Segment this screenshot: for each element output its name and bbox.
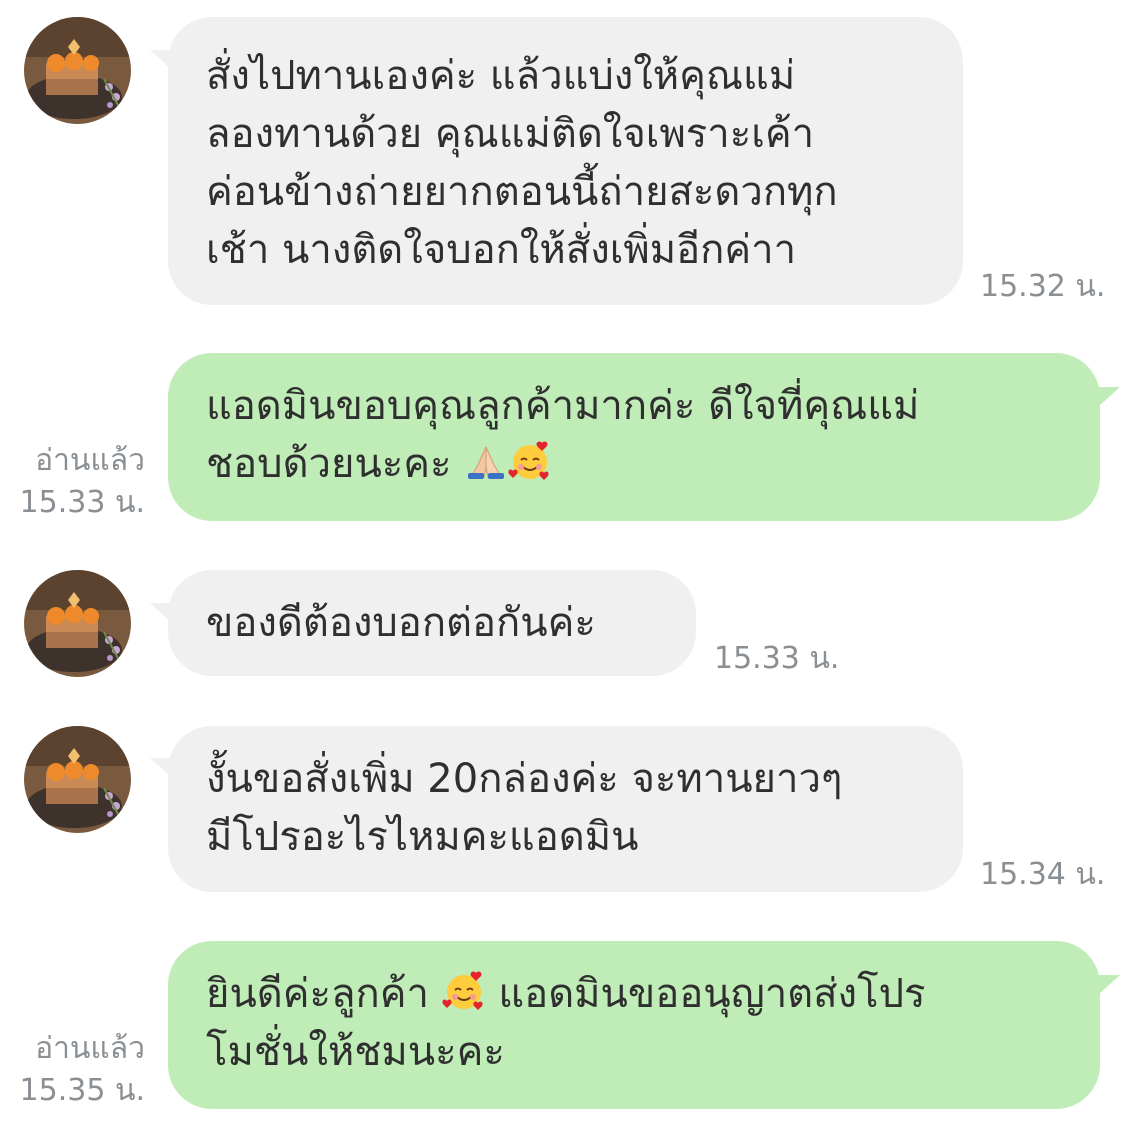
message-time: 15.32 น. — [980, 269, 1106, 304]
smiling-face-with-hearts-icon — [442, 971, 483, 1010]
message-text: เช้า นางติดใจบอกให้สั่งเพิ่มอีกค่าา — [206, 227, 797, 273]
message-time: 15.35 น. — [19, 1073, 145, 1108]
message-bubble[interactable]: แอดมินขอบคุณลูกค้ามากค่ะ ดีใจที่คุณแม่ ช… — [168, 353, 1100, 521]
message-text: งั้นขอสั่งเพิ่ม 20กล่องค่ะ จะทานยาวๆ — [206, 756, 843, 802]
message-bubble[interactable]: ของดีต้องบอกต่อกันค่ะ — [168, 570, 696, 676]
message-time: 15.33 น. — [19, 485, 145, 520]
message-text: ค่อนข้างถ่ายยากตอนนี้ถ่ายสะดวกทุก — [206, 169, 838, 215]
read-receipt: อ่านแล้ว 15.35 น. — [0, 1028, 145, 1112]
avatar[interactable] — [24, 726, 131, 833]
food-photo-icon — [24, 570, 131, 677]
message-text: ยินดีค่ะลูกค้า — [206, 971, 442, 1017]
message-text: มีโปรอะไรไหมคะแอดมิน — [206, 814, 639, 860]
message-text: แอดมินขออนุญาตส่งโปร — [485, 971, 926, 1017]
message-text: โมชั่นให้ชมนะคะ — [206, 1029, 505, 1075]
message-text: ชอบด้วยนะคะ — [206, 441, 465, 487]
folded-hands-icon — [468, 446, 505, 479]
bubble-tail — [1098, 387, 1120, 407]
chat-thread: สั่งไปทานเองค่ะ แล้วแบ่งให้คุณแม่ ลองทาน… — [0, 0, 1125, 1140]
message-time: 15.33 น. — [714, 641, 840, 676]
message-text: ของดีต้องบอกต่อกันค่ะ — [206, 600, 596, 646]
message-text: ลองทานด้วย คุณแม่ติดใจเพราะเค้า — [206, 111, 815, 157]
food-photo-icon — [24, 17, 131, 124]
message-text: สั่งไปทานเองค่ะ แล้วแบ่งให้คุณแม่ — [206, 53, 796, 99]
message-time: 15.34 น. — [980, 857, 1106, 892]
message-bubble[interactable]: ยินดีค่ะลูกค้า แอดมินขออนุญาตส่งโปร โมชั… — [168, 941, 1100, 1109]
avatar[interactable] — [24, 570, 131, 677]
food-photo-icon — [24, 726, 131, 833]
bubble-tail — [1098, 975, 1120, 995]
message-text: แอดมินขอบคุณลูกค้ามากค่ะ ดีใจที่คุณแม่ — [206, 383, 920, 429]
message-bubble[interactable]: งั้นขอสั่งเพิ่ม 20กล่องค่ะ จะทานยาวๆ มีโ… — [168, 726, 963, 892]
read-receipt: อ่านแล้ว 15.33 น. — [0, 440, 145, 524]
message-bubble[interactable]: สั่งไปทานเองค่ะ แล้วแบ่งให้คุณแม่ ลองทาน… — [168, 17, 963, 305]
read-label: อ่านแล้ว — [35, 1031, 145, 1066]
smiling-face-with-hearts-icon — [508, 441, 549, 480]
read-label: อ่านแล้ว — [35, 443, 145, 478]
avatar[interactable] — [24, 17, 131, 124]
